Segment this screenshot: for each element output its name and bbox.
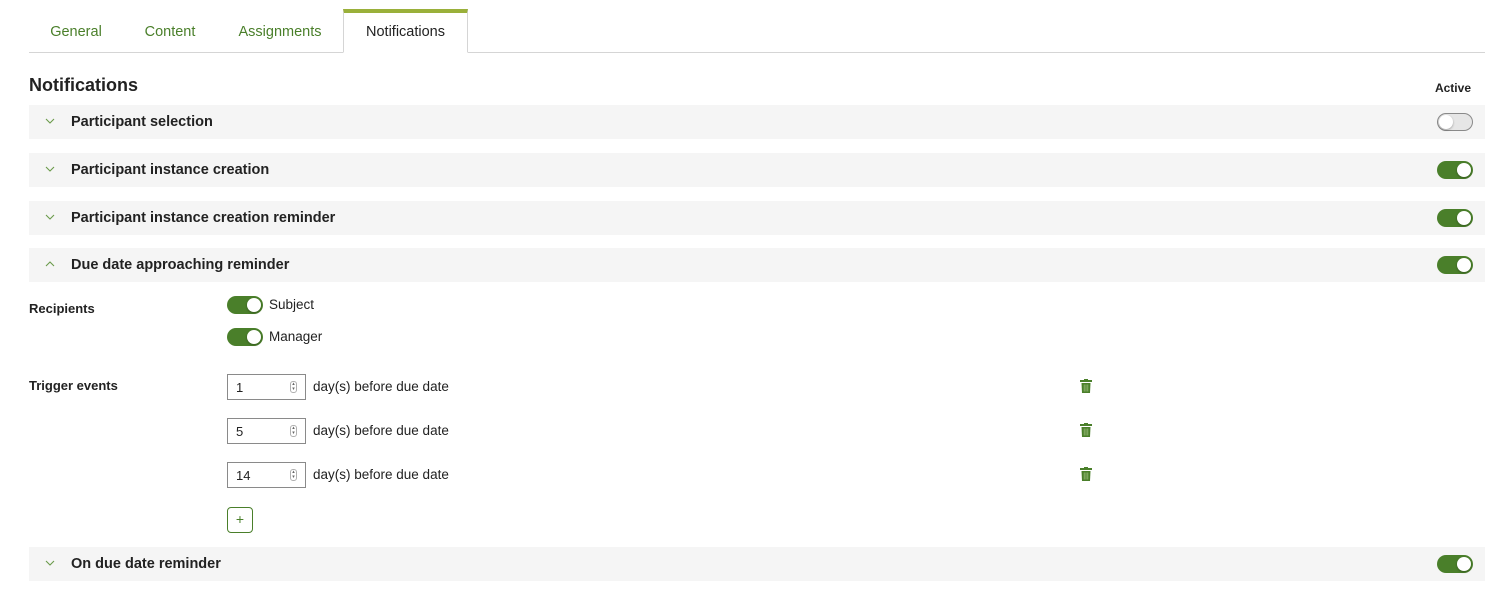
chevron-up-icon[interactable] (44, 258, 56, 270)
active-toggle[interactable] (1437, 113, 1473, 131)
toggle-knob (1457, 211, 1471, 225)
toggle-knob (247, 298, 261, 312)
active-toggle[interactable] (1437, 555, 1473, 573)
spinner-icon[interactable]: ▴ ▾ (290, 425, 297, 437)
active-column-header: Active (1434, 81, 1471, 95)
active-toggle[interactable] (1437, 209, 1473, 227)
toggle-knob (1457, 258, 1471, 272)
chevron-down-icon[interactable] (44, 557, 56, 569)
trash-icon[interactable] (1080, 423, 1092, 437)
input-value: 5 (236, 424, 244, 439)
active-toggle[interactable] (1437, 161, 1473, 179)
trigger-suffix: day(s) before due date (313, 423, 449, 438)
trigger-days-input[interactable]: 1 ▴ ▾ (227, 374, 306, 400)
toggle-knob (247, 330, 261, 344)
trigger-days-input[interactable]: 5 ▴ ▾ (227, 418, 306, 444)
notification-label: On due date reminder (71, 556, 221, 572)
recipients-label: Recipients (29, 301, 95, 316)
trash-icon[interactable] (1080, 467, 1092, 481)
toggle-knob (1457, 557, 1471, 571)
spinner-icon[interactable]: ▴ ▾ (290, 381, 297, 393)
notification-label: Participant instance creation (71, 162, 270, 178)
chevron-down-icon[interactable] (44, 163, 56, 175)
notification-row-participant-selection[interactable]: Participant selection (29, 105, 1485, 139)
tab-content[interactable]: Content (123, 9, 217, 53)
chevron-down-icon[interactable] (44, 211, 56, 223)
trigger-suffix: day(s) before due date (313, 467, 449, 482)
tab-assignments[interactable]: Assignments (217, 9, 343, 53)
input-value: 14 (236, 468, 251, 483)
trigger-suffix: day(s) before due date (313, 379, 449, 394)
notification-row-due-date-approaching-reminder[interactable]: Due date approaching reminder (29, 248, 1485, 282)
active-toggle[interactable] (1437, 256, 1473, 274)
toggle-knob (1439, 115, 1453, 129)
recipient-subject-toggle[interactable] (227, 296, 263, 314)
input-value: 1 (236, 380, 244, 395)
tab-bar: General Content Assignments Notification… (29, 9, 1485, 53)
recipient-manager-toggle[interactable] (227, 328, 263, 346)
notification-row-participant-instance-creation[interactable]: Participant instance creation (29, 153, 1485, 187)
recipient-manager-label: Manager (269, 329, 323, 344)
notification-label: Participant selection (71, 114, 213, 130)
recipient-subject-label: Subject (269, 297, 315, 312)
tab-general[interactable]: General (29, 9, 123, 53)
trigger-days-input[interactable]: 14 ▴ ▾ (227, 462, 306, 488)
notification-label: Participant instance creation reminder (71, 210, 336, 226)
chevron-down-icon[interactable] (44, 115, 56, 127)
trigger-events-label: Trigger events (29, 378, 118, 393)
notification-row-participant-instance-creation-reminder[interactable]: Participant instance creation reminder (29, 201, 1485, 235)
notification-row-on-due-date-reminder[interactable]: On due date reminder (29, 547, 1485, 581)
add-trigger-button[interactable]: + (227, 507, 253, 533)
spinner-icon[interactable]: ▴ ▾ (290, 469, 297, 481)
toggle-knob (1457, 163, 1471, 177)
tab-notifications[interactable]: Notifications (343, 9, 468, 53)
notification-label: Due date approaching reminder (71, 257, 290, 273)
section-title: Notifications (29, 75, 139, 95)
trash-icon[interactable] (1080, 379, 1092, 393)
